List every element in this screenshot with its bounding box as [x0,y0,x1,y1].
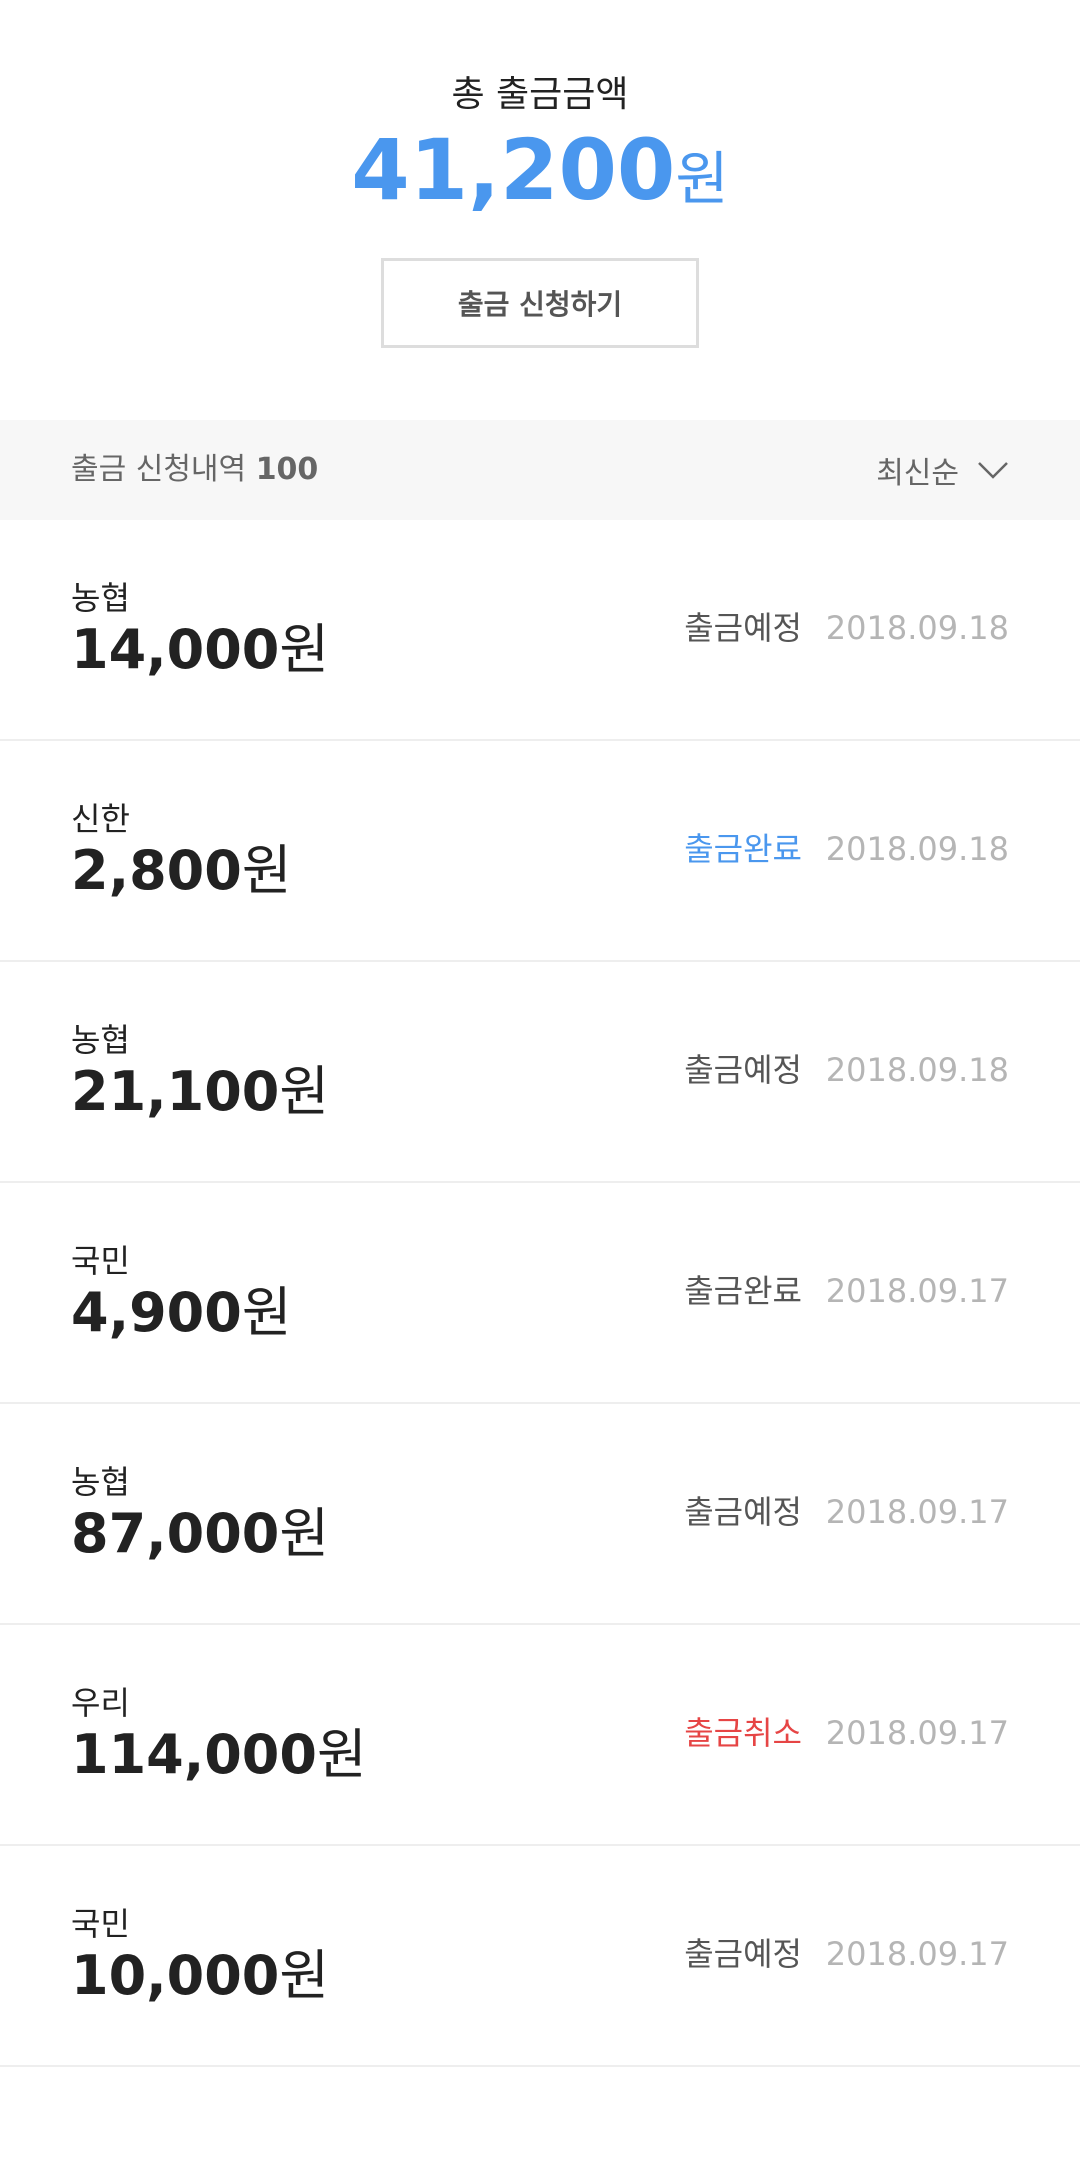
bank-name: 우리 [71,1684,130,1722]
amount-value: 10,000 [71,1944,280,2007]
withdrawal-status: 출금예정 [684,1935,802,1973]
withdrawal-status: 출금완료 [684,830,802,868]
withdrawal-row[interactable]: 우리 114,000원 출금취소 2018.09.17 [0,1625,1080,1846]
amount-unit: 원 [279,1944,330,2007]
withdrawal-amount: 21,100원 [71,1060,329,1124]
withdrawal-status: 출금예정 [684,609,802,647]
withdrawal-date: 2018.09.18 [825,830,1009,868]
history-title: 출금 신청내역 100 [71,420,318,520]
sort-dropdown[interactable]: 최신순 [876,420,1009,520]
amount-unit: 원 [241,839,292,902]
withdrawal-status: 출금예정 [684,1051,802,1089]
amount-value: 114,000 [71,1723,317,1786]
bank-name: 농협 [71,579,130,617]
amount-value: 2,800 [71,839,242,902]
withdrawal-history-header: 출금 신청내역 100 최신순 [0,420,1080,520]
withdrawal-row[interactable]: 농협 14,000원 출금예정 2018.09.18 [0,520,1080,741]
withdrawal-amount: 2,800원 [71,839,292,903]
total-withdrawal-amount: 41,200원 [0,120,1080,244]
withdrawal-status: 출금완료 [684,1272,802,1310]
withdrawal-row[interactable]: 농협 87,000원 출금예정 2018.09.17 [0,1404,1080,1625]
amount-unit: 원 [279,1502,330,1565]
total-amount-value: 41,200 [351,121,676,219]
apply-withdrawal-button[interactable]: 출금 신청하기 [381,258,699,348]
total-amount-unit: 원 [675,145,729,213]
amount-value: 14,000 [71,618,280,681]
withdrawal-row[interactable]: 농협 21,100원 출금예정 2018.09.18 [0,962,1080,1183]
withdrawal-summary: 총 출금금액 41,200원 출금 신청하기 [0,0,1080,420]
withdrawal-row[interactable]: 신한 2,800원 출금완료 2018.09.18 [0,741,1080,962]
withdrawal-status: 출금예정 [684,1493,802,1531]
chevron-down-icon [978,462,1008,479]
bank-name: 국민 [71,1905,130,1943]
amount-value: 21,100 [71,1060,280,1123]
bank-name: 국민 [71,1242,130,1280]
withdrawal-date: 2018.09.17 [825,1935,1009,1973]
total-withdrawal-label: 총 출금금액 [451,74,629,115]
amount-unit: 원 [279,1060,330,1123]
history-count: 100 [255,452,319,487]
bank-name: 신한 [71,800,130,838]
withdrawal-date: 2018.09.18 [825,609,1009,647]
withdrawal-row[interactable]: 국민 10,000원 출금예정 2018.09.17 [0,1846,1080,2067]
amount-unit: 원 [316,1723,367,1786]
bank-name: 농협 [71,1021,130,1059]
withdrawal-amount: 87,000원 [71,1502,329,1566]
withdrawal-amount: 14,000원 [71,618,329,682]
amount-value: 4,900 [71,1281,242,1344]
sort-label: 최신순 [876,456,959,491]
withdrawal-status: 출금취소 [684,1714,802,1752]
amount-value: 87,000 [71,1502,280,1565]
withdrawal-amount: 114,000원 [71,1723,367,1787]
amount-unit: 원 [279,618,330,681]
withdrawal-row[interactable]: 국민 4,900원 출금완료 2018.09.17 [0,1183,1080,1404]
withdrawal-date: 2018.09.17 [825,1272,1009,1310]
history-title-label: 출금 신청내역 [71,452,247,487]
withdrawal-date: 2018.09.17 [825,1714,1009,1752]
amount-unit: 원 [241,1281,292,1344]
withdrawal-date: 2018.09.18 [825,1051,1009,1089]
withdrawal-amount: 10,000원 [71,1944,329,2008]
withdrawal-amount: 4,900원 [71,1281,292,1345]
bank-name: 농협 [71,1463,130,1501]
withdrawal-date: 2018.09.17 [825,1493,1009,1531]
withdrawal-list: 농협 14,000원 출금예정 2018.09.18 신한 2,800원 출금완… [0,520,1080,2067]
